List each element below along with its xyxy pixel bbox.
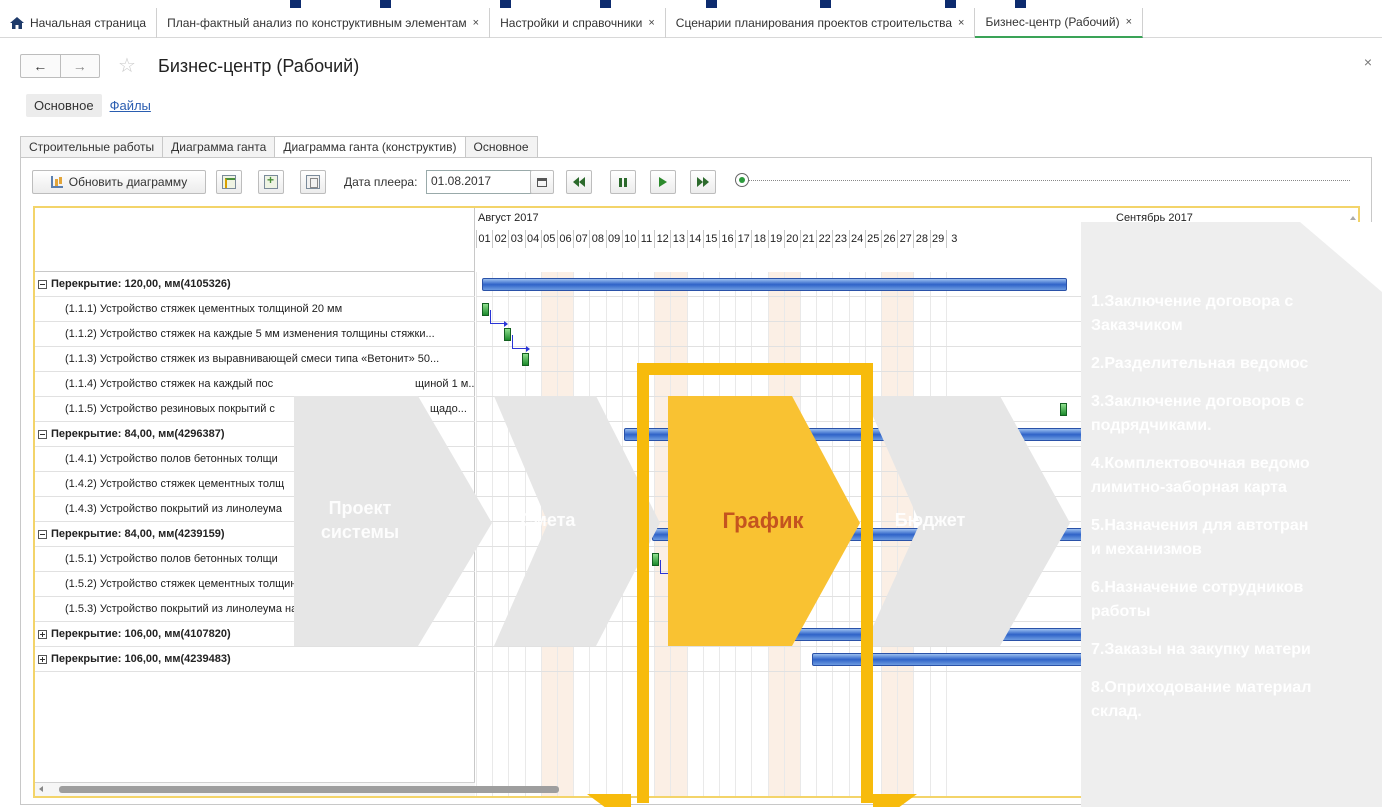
process-step-line2: склад. bbox=[1091, 703, 1142, 720]
process-step-line1: 4.Комплектовочная ведомо bbox=[1091, 455, 1310, 472]
process-step-line2: подрядчиками. bbox=[1091, 417, 1212, 434]
process-step: 4.Комплектовочная ведомо лимитно-заборная… bbox=[1091, 452, 1382, 500]
process-step: 5.Назначения для автотран и механизмов bbox=[1091, 514, 1382, 562]
process-step-line2: и механизмов bbox=[1091, 541, 1202, 558]
process-step-line2: работы bbox=[1091, 603, 1151, 620]
process-step-line1: 1.Заключение договора с bbox=[1091, 293, 1294, 310]
process-steps-list: 1.Заключение договора с Заказчиком 2.Разде… bbox=[1091, 290, 1382, 738]
chevron-estimate-label: Смета bbox=[520, 510, 576, 530]
process-step-line1: 5.Назначения для автотран bbox=[1091, 517, 1309, 534]
process-step-line1: 6.Назначение сотрудников bbox=[1091, 579, 1304, 596]
chevron-project-line2: системы bbox=[320, 522, 400, 542]
process-step-line1: 3.Заключение договоров с bbox=[1091, 393, 1304, 410]
process-steps-panel: 1.Заключение договора с Заказчиком 2.Разде… bbox=[1081, 222, 1382, 807]
process-step-line2: Заказчиком bbox=[1091, 317, 1183, 334]
process-step-line1: 8.Оприходование материал bbox=[1091, 679, 1312, 696]
process-step-line2: лимитно-заборная карта bbox=[1091, 479, 1287, 496]
process-step-line1: 2.Разделительная ведомос bbox=[1091, 355, 1309, 372]
process-step: 8.Оприходование материал склад. bbox=[1091, 676, 1382, 724]
chevron-project-text: Проект системы bbox=[321, 496, 399, 544]
chevron-project-label: Проект системы bbox=[300, 496, 420, 544]
chevron-project-line1: Проект bbox=[328, 498, 392, 518]
chevron-budget-label: Бюджет bbox=[894, 510, 966, 530]
process-step: 3.Заключение договоров с подрядчиками. bbox=[1091, 390, 1382, 438]
process-step: 6.Назначение сотрудников работы bbox=[1091, 576, 1382, 624]
highlight-frame bbox=[637, 363, 873, 803]
process-step: 1.Заключение договора с Заказчиком bbox=[1091, 290, 1382, 338]
process-step-line1: 7.Заказы на закупку матери bbox=[1091, 641, 1311, 658]
process-step: 2.Разделительная ведомос bbox=[1091, 352, 1382, 376]
process-step: 7.Заказы на закупку матери bbox=[1091, 638, 1382, 662]
